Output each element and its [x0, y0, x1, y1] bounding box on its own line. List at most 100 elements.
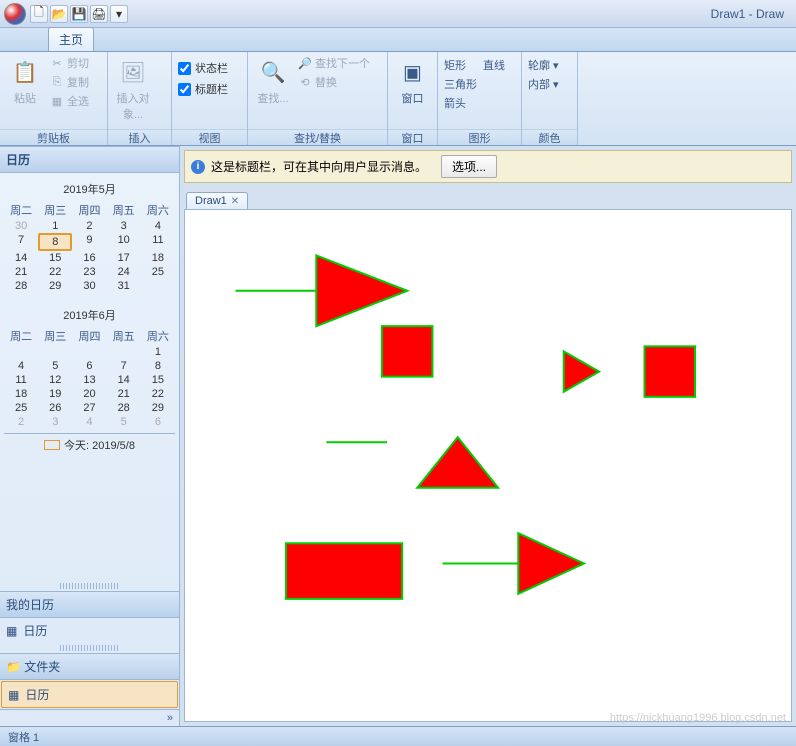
calendar-day[interactable]: 1 — [141, 345, 175, 359]
fill-color-button[interactable]: 内部 ▾ — [526, 75, 561, 93]
open-icon[interactable]: 📂 — [50, 5, 68, 23]
qat-dropdown-icon[interactable]: ▾ — [110, 5, 128, 23]
sidebar-collapse[interactable]: » — [0, 709, 179, 726]
calendar-day[interactable]: 14 — [4, 251, 38, 265]
folder-item-calendar[interactable]: ▦日历 — [1, 681, 178, 708]
rect-button[interactable]: 矩形 — [442, 56, 479, 74]
shape-arrowhead-2[interactable] — [564, 351, 599, 391]
calendar-day[interactable]: 6 — [141, 415, 175, 429]
calendar-day[interactable]: 24 — [107, 265, 141, 279]
shape-square-2[interactable] — [645, 346, 695, 396]
calendar-day[interactable]: 7 — [107, 359, 141, 373]
window-button[interactable]: ▣ 窗口 — [392, 54, 433, 108]
options-button[interactable]: 选项... — [441, 155, 497, 178]
calendar-day[interactable]: 25 — [141, 265, 175, 279]
calendar-day[interactable] — [141, 279, 175, 293]
sidebar-grip-2[interactable] — [60, 645, 119, 651]
calendar-day[interactable]: 7 — [4, 233, 38, 251]
calendar-day[interactable]: 4 — [4, 359, 38, 373]
find-next-button[interactable]: 🔎查找下一个 — [296, 54, 372, 72]
calendar-day[interactable]: 5 — [107, 415, 141, 429]
calendar-day[interactable]: 18 — [141, 251, 175, 265]
my-calendar-item[interactable]: ▦日历 — [0, 618, 179, 643]
calendar-day[interactable]: 3 — [107, 219, 141, 233]
statusbar-check-icon[interactable] — [178, 62, 191, 75]
app-icon[interactable] — [4, 3, 26, 25]
sidebar-grip[interactable] — [60, 583, 119, 589]
calendar-day[interactable]: 15 — [141, 373, 175, 387]
calendar-day[interactable]: 23 — [72, 265, 106, 279]
calendar-day[interactable]: 30 — [4, 219, 38, 233]
calendar-day[interactable]: 14 — [107, 373, 141, 387]
selectall-button[interactable]: ▦全选 — [48, 92, 91, 110]
calendar-day[interactable]: 16 — [72, 251, 106, 265]
close-icon[interactable]: ✕ — [231, 196, 239, 207]
line-button[interactable]: 直线 — [481, 56, 507, 74]
calendar-day[interactable]: 22 — [141, 387, 175, 401]
calendar-day[interactable] — [107, 345, 141, 359]
calendar-day[interactable]: 17 — [107, 251, 141, 265]
folder-header[interactable]: 📁 文件夹 — [0, 653, 179, 680]
my-calendar-header[interactable]: 我的日历 — [0, 591, 179, 618]
calendar-day[interactable]: 4 — [72, 415, 106, 429]
save-icon[interactable]: 💾 — [70, 5, 88, 23]
copy-button[interactable]: ⎘复制 — [48, 73, 91, 91]
arrow-button[interactable]: 箭头 — [442, 94, 479, 112]
calendar-day[interactable]: 29 — [141, 401, 175, 415]
calendar-day[interactable]: 3 — [38, 415, 72, 429]
calendar-day[interactable]: 2 — [72, 219, 106, 233]
statusbar-checkbox[interactable]: 状态栏 — [176, 58, 230, 78]
calendar-day[interactable]: 30 — [72, 279, 106, 293]
calendar-day[interactable]: 25 — [4, 401, 38, 415]
calendar-day[interactable]: 5 — [38, 359, 72, 373]
calendar-day[interactable]: 8 — [141, 359, 175, 373]
calendar-day[interactable]: 13 — [72, 373, 106, 387]
calendar-day[interactable]: 28 — [4, 279, 38, 293]
calendar-today[interactable]: 今天: 2019/5/8 — [4, 433, 175, 453]
tab-home[interactable]: 主页 — [48, 27, 94, 51]
titlebar-check-icon[interactable] — [178, 83, 191, 96]
calendar-day[interactable]: 9 — [72, 233, 106, 251]
find-button[interactable]: 🔍 查找... — [252, 54, 294, 108]
titlebar-checkbox[interactable]: 标题栏 — [176, 79, 230, 99]
calendar-day[interactable]: 11 — [141, 233, 175, 251]
replace-button[interactable]: ⟲替换 — [296, 73, 372, 91]
calendar-day[interactable]: 2 — [4, 415, 38, 429]
calendar-day[interactable] — [72, 345, 106, 359]
shape-arrowhead[interactable] — [316, 255, 407, 326]
calendar-day[interactable] — [38, 345, 72, 359]
calendar-day[interactable]: 8 — [38, 233, 72, 251]
calendar-day[interactable]: 12 — [38, 373, 72, 387]
calendar-day[interactable]: 6 — [72, 359, 106, 373]
calendar-day[interactable]: 11 — [4, 373, 38, 387]
calendar-day[interactable]: 4 — [141, 219, 175, 233]
calendar-day[interactable]: 26 — [38, 401, 72, 415]
calendar-day[interactable]: 21 — [4, 265, 38, 279]
shape-square[interactable] — [382, 326, 432, 376]
calendar-day[interactable]: 18 — [4, 387, 38, 401]
paste-button[interactable]: 📋 粘贴 — [4, 54, 46, 108]
calendar-day[interactable]: 15 — [38, 251, 72, 265]
calendar-day[interactable]: 22 — [38, 265, 72, 279]
canvas[interactable] — [184, 209, 792, 722]
calendar-day[interactable]: 21 — [107, 387, 141, 401]
calendar-day[interactable]: 19 — [38, 387, 72, 401]
calendar-day[interactable]: 28 — [107, 401, 141, 415]
calendar-day[interactable]: 20 — [72, 387, 106, 401]
calendar-day[interactable] — [4, 345, 38, 359]
shape-triangle[interactable] — [417, 437, 498, 487]
insert-object-button[interactable]: 🖼 插入对象... — [112, 54, 154, 124]
calendar-day[interactable]: 31 — [107, 279, 141, 293]
triangle-button[interactable]: 三角形 — [442, 75, 479, 93]
document-tab[interactable]: Draw1 ✕ — [186, 192, 248, 209]
shape-rect[interactable] — [286, 543, 402, 599]
cut-button[interactable]: ✂剪切 — [48, 54, 91, 72]
calendar-day[interactable]: 10 — [107, 233, 141, 251]
calendar-day[interactable]: 1 — [38, 219, 72, 233]
shape-arrowhead-3[interactable] — [518, 533, 584, 594]
outline-color-button[interactable]: 轮廓 ▾ — [526, 56, 561, 74]
calendar-day[interactable]: 27 — [72, 401, 106, 415]
print-icon[interactable]: 🖨 — [90, 5, 108, 23]
calendar-day[interactable]: 29 — [38, 279, 72, 293]
new-icon[interactable]: 🗋 — [30, 5, 48, 23]
